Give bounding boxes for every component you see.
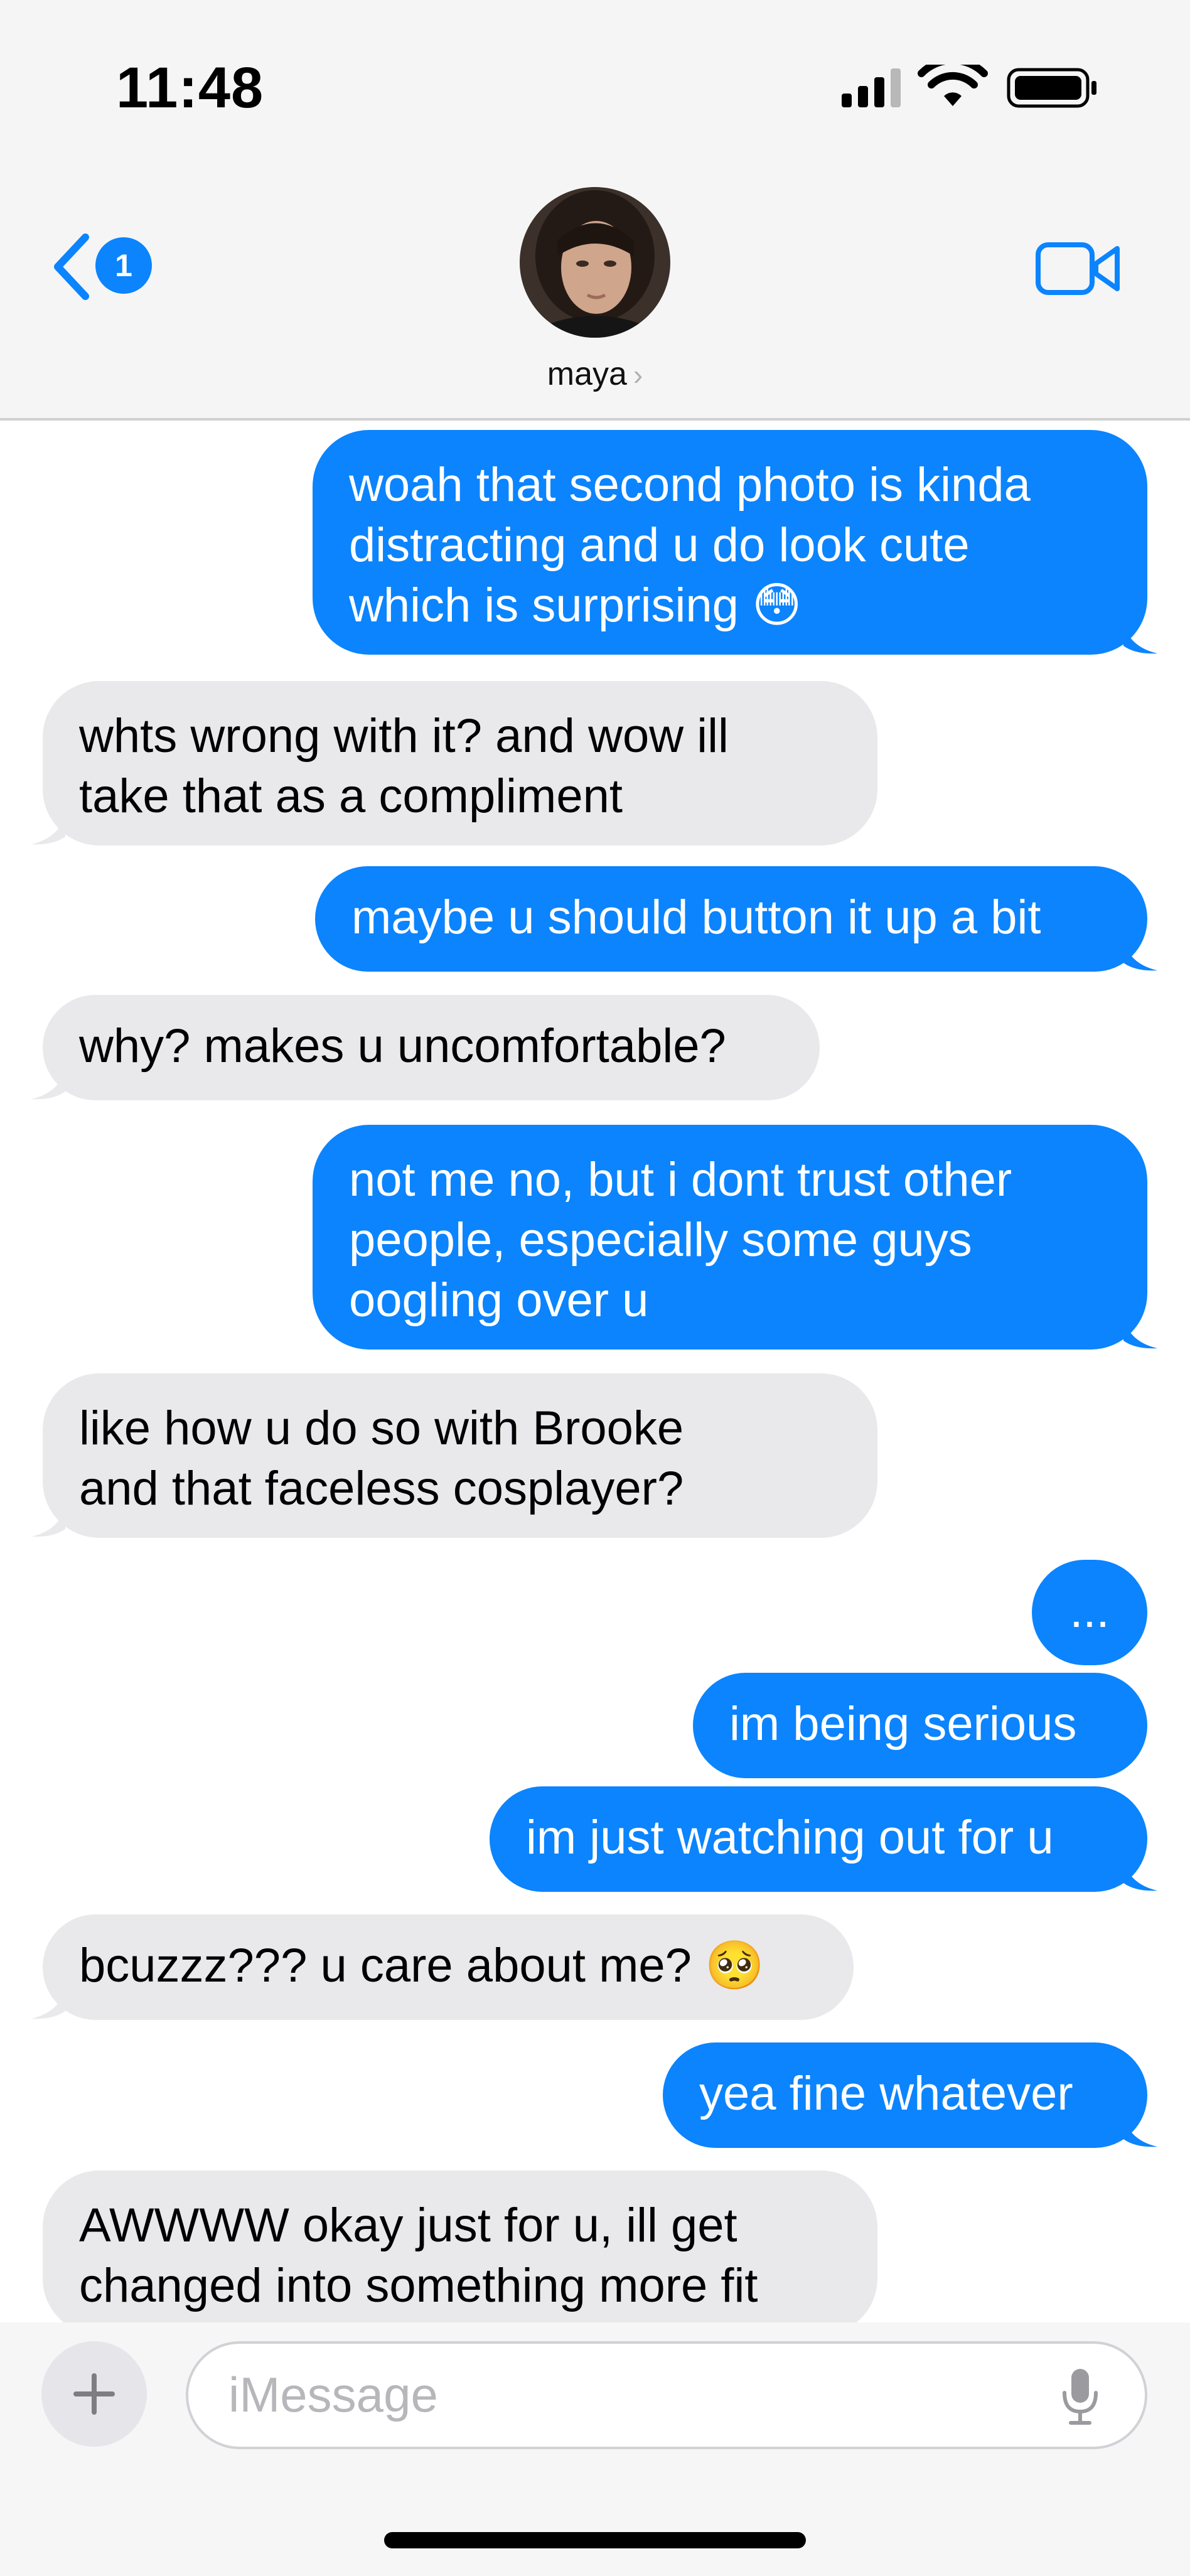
status-icons <box>842 65 1096 108</box>
avatar[interactable] <box>520 187 670 338</box>
message-list: woah that second photo is kinda distract… <box>0 421 1190 2322</box>
bubble-tail-received <box>31 1506 65 1537</box>
message-bubble-sent[interactable]: im just watching out for u <box>490 1786 1147 1892</box>
message-text-line: changed into something more fit <box>79 2259 758 2312</box>
message-text-line: oogling over u <box>349 1274 649 1327</box>
message-bubble-sent[interactable]: woah that second photo is kinda distract… <box>313 430 1147 655</box>
message-bubble-received[interactable]: bcuzzz??? u care about me? 🥺 <box>43 1914 854 2020</box>
bubble-tail-sent <box>1123 940 1157 971</box>
message-bubble-received[interactable]: like how u do so with Brooke and that fa… <box>43 1373 877 1538</box>
bubble-tail-sent <box>1123 2117 1157 2147</box>
message-bubble-received[interactable]: why? makes u uncomfortable? <box>43 995 820 1100</box>
unread-badge[interactable]: 1 <box>95 237 152 294</box>
message-bubble-sent[interactable]: not me no, but i dont trust other people… <box>313 1125 1147 1350</box>
message-text-line: and that faceless cosplayer? <box>79 1462 684 1515</box>
plus-icon <box>73 2373 115 2415</box>
battery-icon <box>1007 68 1096 108</box>
signal-icon <box>842 68 901 107</box>
message-text-line: which is surprising 😳 <box>349 579 802 632</box>
message-text-line: maybe u should button it up a bit <box>351 891 1041 944</box>
status-bar: 11:48 <box>0 0 1190 157</box>
message-text-line: im just watching out for u <box>526 1811 1054 1864</box>
status-time: 11:48 <box>116 56 264 120</box>
message-bubble-sent[interactable]: maybe u should button it up a bit <box>315 866 1147 972</box>
back-chevron-icon[interactable] <box>49 232 93 301</box>
message-text-line: AWWWW okay just for u, ill get <box>79 2199 737 2252</box>
message-text-line: take that as a compliment <box>79 770 623 823</box>
message-text-line: woah that second photo is kinda <box>349 458 1031 512</box>
message-text-line: not me no, but i dont trust other <box>349 1153 1012 1206</box>
bubble-tail-sent <box>1123 623 1157 654</box>
message-text-line: bcuzzz??? u care about me? 🥺 <box>79 1939 764 1992</box>
message-input[interactable]: iMessage <box>186 2341 1147 2449</box>
message-bubble-sent[interactable]: im being serious <box>693 1673 1147 1778</box>
bubble-tail-received <box>31 1988 65 2019</box>
message-text-line: im being serious <box>729 1697 1077 1751</box>
contact-chevron-icon: › <box>633 358 643 391</box>
microphone-icon[interactable] <box>1059 2366 1101 2427</box>
bubble-tail-received <box>31 1069 65 1100</box>
message-input-placeholder: iMessage <box>228 2367 438 2422</box>
message-text-line: people, especially some guys <box>349 1213 972 1267</box>
message-text-line: yea fine whatever <box>699 2067 1073 2120</box>
message-bubble-sent[interactable]: yea fine whatever <box>663 2042 1147 2148</box>
wifi-icon <box>918 65 988 106</box>
avatar-photo <box>520 187 670 338</box>
message-text-line: ... <box>1069 1584 1110 1638</box>
bubble-tail-received <box>31 814 65 845</box>
message-text-line: distracting and u do look cute <box>349 518 970 572</box>
bubble-tail-sent <box>1123 1860 1157 1891</box>
message-text-line: why? makes u uncomfortable? <box>79 1019 726 1073</box>
contact-name-text[interactable]: maya <box>547 356 627 392</box>
message-bubble-sent[interactable]: ... <box>1032 1560 1147 1665</box>
facetime-video-icon[interactable] <box>1034 237 1122 300</box>
contact-name[interactable]: maya › <box>0 355 1190 393</box>
message-text-line: whts wrong with it? and wow ill <box>79 709 729 763</box>
message-text-line: like how u do so with Brooke <box>79 1402 684 1455</box>
message-bubble-received[interactable]: whts wrong with it? and wow ill take tha… <box>43 681 877 845</box>
bubble-tail-sent <box>1123 1318 1157 1349</box>
apps-plus-button[interactable] <box>41 2341 147 2447</box>
home-indicator[interactable] <box>384 2532 806 2548</box>
message-bubble-received[interactable]: AWWWW okay just for u, ill get changed i… <box>43 2171 877 2322</box>
